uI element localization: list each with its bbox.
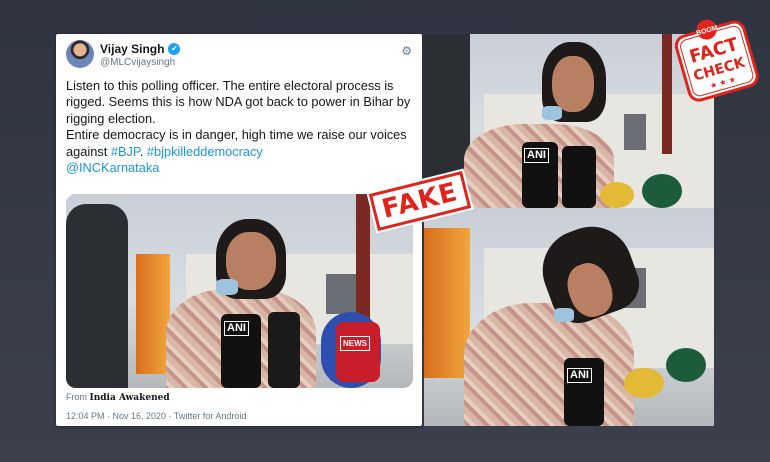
video-source-prefix: From: [66, 392, 87, 402]
tweet-line-3: @INCKarnataka: [66, 160, 416, 176]
tweet-timestamp[interactable]: 12:04 PM · Nov 16, 2020 · Twitter for An…: [66, 411, 246, 421]
frame-top-pole: [662, 34, 672, 154]
boom-fact-check-logo: BOOM FACT CHECK ★ ★ ★: [674, 19, 759, 102]
video-window: [326, 274, 356, 314]
frame-bottom-mic-ani-label: ANI: [567, 368, 592, 383]
hashtag-bjpkilleddemocracy[interactable]: #bjpkilleddemocracy: [147, 144, 263, 159]
video-frame-top: ANI: [424, 34, 714, 208]
tweet-video[interactable]: ANI NEWS: [66, 194, 413, 388]
video-mic-news-label: NEWS: [340, 336, 370, 351]
tweet-line-1: Listen to this polling officer. The enti…: [66, 78, 411, 126]
video-person-left: [66, 204, 128, 388]
image-canvas: Vijay Singh ✓ @MLCvijaysingh ⚙ Listen to…: [0, 0, 770, 462]
video-mic-ani-label: ANI: [224, 321, 249, 336]
video-source: From India Awakened: [66, 392, 170, 403]
video-frame-bottom: ANI: [424, 208, 714, 426]
frame-bottom-mask: [554, 308, 574, 322]
logo-badge: [674, 20, 759, 102]
frame-top-mask: [542, 106, 562, 120]
frame-top-window: [624, 114, 646, 150]
hashtag-bjp[interactable]: #BJP: [111, 144, 140, 159]
tweet-header: Vijay Singh ✓ @MLCvijaysingh ⚙: [66, 40, 416, 70]
video-billboard: [136, 254, 170, 374]
avatar[interactable]: [66, 40, 94, 68]
frame-top-mic-2: [562, 146, 596, 208]
mention-inckarnataka[interactable]: @INCKarnataka: [66, 160, 159, 175]
frame-top-woman-face: [552, 56, 594, 112]
frame-bottom-turban-yellow: [624, 368, 664, 398]
video-mic-red: [336, 322, 380, 382]
user-handle[interactable]: @MLCvijaysingh: [100, 57, 175, 68]
frame-top-turban-green: [642, 174, 682, 208]
display-name-text[interactable]: Vijay Singh: [100, 42, 164, 56]
video-mask: [216, 279, 238, 295]
gear-icon[interactable]: ⚙: [401, 44, 412, 58]
frame-bottom-turban-green: [666, 348, 706, 382]
video-source-name[interactable]: India Awakened: [90, 393, 170, 403]
tweet-card: Vijay Singh ✓ @MLCvijaysingh ⚙ Listen to…: [56, 34, 422, 426]
display-name[interactable]: Vijay Singh ✓: [100, 42, 181, 56]
frame-bottom-woman-body: [464, 303, 634, 426]
tweet-text: Listen to this polling officer. The enti…: [66, 78, 416, 176]
verified-icon: ✓: [168, 43, 181, 55]
frame-top-turban-yellow: [600, 182, 634, 208]
tweet-line-2: Entire democracy is in danger, high time…: [66, 127, 407, 159]
video-mic-2: [268, 312, 300, 388]
frame-top-mic-ani-label: ANI: [524, 148, 549, 163]
